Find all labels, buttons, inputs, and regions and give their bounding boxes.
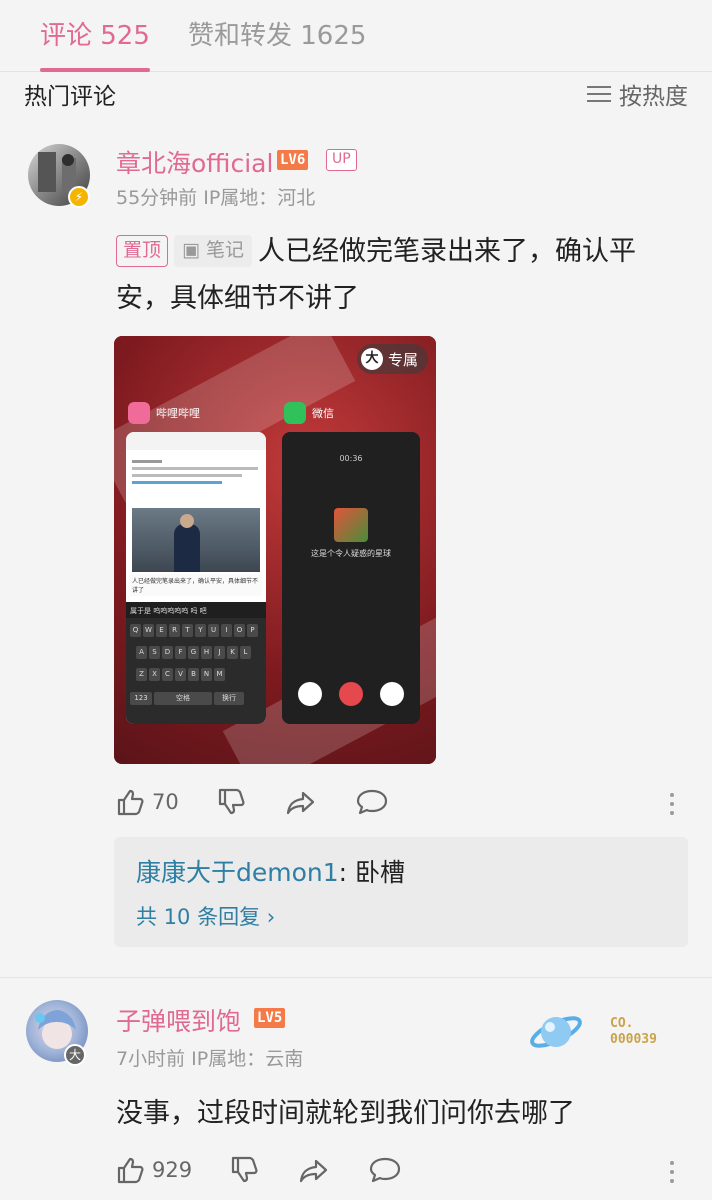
username[interactable]: 章北海official — [116, 144, 273, 180]
comment-bubble-icon — [356, 789, 387, 815]
comment-text-line2: 安，具体细节不讲了 — [116, 283, 359, 314]
comment-image[interactable]: 大 专属 哔哩哔哩 微信 人已经做完笔录出来了，确认平安，具体细节不讲了 属于是… — [114, 336, 436, 764]
dislike-button[interactable] — [217, 787, 247, 817]
sort-button[interactable]: 按热度 — [587, 77, 688, 111]
reply-button[interactable] — [368, 1155, 402, 1185]
reply-button[interactable] — [355, 787, 389, 817]
app-label-bilibili: 哔哩哔哩 — [128, 402, 200, 424]
video-thumbnail — [132, 508, 260, 572]
section-title: 热门评论 — [24, 84, 116, 110]
fan-badge-line2: 000039 — [610, 1032, 657, 1047]
more-options-icon[interactable] — [670, 1156, 676, 1188]
share-button[interactable] — [285, 787, 317, 817]
tab-comments[interactable]: 评论 525 — [40, 15, 150, 52]
key-num: 123 — [130, 692, 152, 705]
bilibili-app-card: 人已经做完笔录出来了，确认平安，具体细节不讲了 属于是 呜呜呜呜呜 吗 吧 QW… — [126, 432, 266, 724]
dislike-button[interactable] — [230, 1155, 260, 1185]
tab-likes-reposts[interactable]: 赞和转发 1625 — [188, 15, 366, 52]
app-label-wechat: 微信 — [284, 402, 334, 424]
username[interactable]: 子弹喂到饱 — [116, 1002, 241, 1038]
share-arrow-icon — [299, 1159, 328, 1183]
call-time: 00:36 — [339, 454, 363, 463]
reply-input-preview: 人已经做完笔录出来了，确认平安，具体细节不讲了 — [130, 574, 262, 596]
wechat-app-icon — [284, 402, 306, 424]
reply-text: 卧槽 — [355, 858, 406, 887]
share-button[interactable] — [298, 1155, 330, 1185]
like-count: 70 — [152, 790, 179, 814]
mute-button-icon — [298, 682, 322, 706]
comment-text: 置顶 ▣ 笔记 人已经做完笔录出来了，确认平 安，具体细节不讲了 — [116, 228, 696, 322]
verified-badge-icon: ⚡ — [68, 186, 90, 208]
reply-username[interactable]: 康康大于demon1 — [136, 858, 339, 887]
hangup-button-icon — [339, 682, 363, 706]
planet-badge-icon — [530, 1016, 582, 1048]
speaker-button-icon — [380, 682, 404, 706]
more-options-icon[interactable] — [670, 788, 676, 820]
thumbs-up-icon — [117, 1157, 144, 1184]
call-caption: 这是个令人疑惑的星球 — [311, 549, 391, 558]
avatar-badge-icon: 大 — [64, 1044, 86, 1066]
keyboard: QWERTYUIOP ASDFGHJKL ZXCVBNM 123 空格 换行 — [126, 618, 266, 724]
comment-tabs: 评论 525 赞和转发 1625 — [0, 0, 712, 72]
comment-item: ⚡ 章北海official LV6 UP 55分钟前 IP属地：河北 置顶 ▣ 笔… — [0, 122, 712, 977]
wechat-call-card: 00:36 这是个令人疑惑的星球 — [282, 432, 420, 724]
reply-preview[interactable]: 康康大于demon1: 卧槽 共 10 条回复 › — [114, 837, 688, 947]
caller-avatar — [334, 508, 368, 542]
share-arrow-icon — [286, 791, 314, 815]
thumbs-down-icon — [218, 788, 245, 815]
comment-meta: 55分钟前 IP属地：河北 — [116, 187, 316, 209]
card-text-lines — [132, 456, 258, 488]
view-all-replies-link[interactable]: 共 10 条回复 › — [136, 901, 275, 931]
level-badge: LV5 — [254, 1008, 286, 1028]
thumbs-down-icon — [231, 1156, 258, 1183]
candidate-bar: 属于是 呜呜呜呜呜 吗 吧 — [126, 602, 266, 618]
hot-comments-header: 热门评论 按热度 — [0, 72, 712, 122]
sort-label: 按热度 — [619, 84, 688, 110]
fan-badge: CO. 000039 — [528, 1006, 688, 1062]
reply-line: 康康大于demon1: 卧槽 — [136, 853, 405, 889]
key-enter: 换行 — [214, 692, 244, 705]
exclusive-badge-icon: 大 — [360, 348, 383, 370]
comment-text: 没事，过段时间就轮到我们问你去哪了 — [116, 1098, 575, 1129]
sort-menu-icon — [587, 84, 611, 104]
comment-actions: 929 — [116, 1150, 440, 1190]
note-icon: ▣ — [182, 239, 207, 261]
card-header-bar — [126, 432, 266, 450]
comment-bubble-icon — [369, 1157, 401, 1183]
like-button[interactable]: 929 — [116, 1155, 192, 1185]
like-button[interactable]: 70 — [116, 787, 179, 817]
app-name: 微信 — [312, 407, 334, 420]
like-count: 929 — [152, 1158, 193, 1182]
level-badge: LV6 — [277, 150, 309, 170]
comment-meta: 7小时前 IP属地：云南 — [116, 1048, 304, 1070]
note-tag-label: 笔记 — [206, 239, 245, 261]
comment-item: 大 子弹喂到饱 LV5 7小时前 IP属地：云南 CO. 000039 没事，过… — [0, 978, 712, 1200]
exclusive-badge: 大 专属 — [356, 344, 428, 374]
thumbs-up-icon — [117, 789, 144, 816]
app-name: 哔哩哔哩 — [156, 407, 200, 420]
up-badge: UP — [326, 149, 357, 171]
pinned-tag: 置顶 — [116, 235, 169, 267]
key-space: 空格 — [154, 692, 212, 705]
comment-text-line1: 人已经做完笔录出来了，确认平 — [258, 236, 637, 267]
exclusive-label: 专属 — [387, 350, 418, 369]
reply-separator: : — [338, 858, 356, 887]
comment-actions: 70 — [116, 782, 427, 822]
note-tag[interactable]: ▣ 笔记 — [174, 235, 253, 267]
fan-badge-line1: CO. — [610, 1016, 634, 1031]
bilibili-app-icon — [128, 402, 150, 424]
